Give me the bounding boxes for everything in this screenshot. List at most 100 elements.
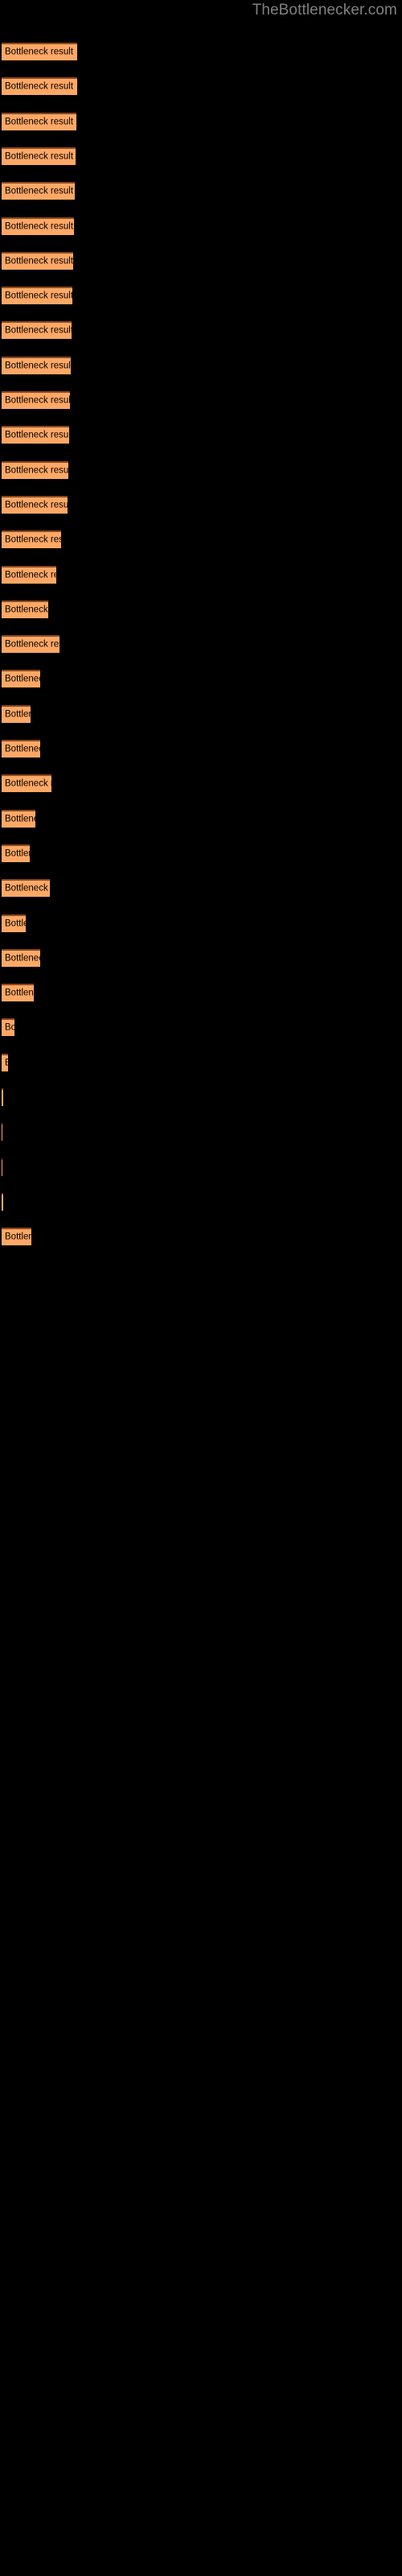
bar-row: Bottleneck result xyxy=(0,704,402,723)
bar-label: Bottleneck result xyxy=(5,988,34,998)
bar[interactable]: Bottleneck result xyxy=(2,704,31,723)
bar-label: Bottleneck result xyxy=(5,1232,31,1242)
bar-label: Bottleneck result xyxy=(5,1058,8,1068)
bar-row: Bottleneck result xyxy=(0,321,402,340)
bar-label: Bottleneck result xyxy=(5,535,61,545)
bar-row: Bottleneck result xyxy=(0,356,402,374)
bar[interactable]: Bottleneck result xyxy=(2,77,77,96)
bar-row: Bottleneck result xyxy=(0,879,402,898)
bar-row: Bottleneck result xyxy=(0,43,402,60)
bar[interactable]: Bottleneck result xyxy=(2,565,56,584)
bar-row: Bottleneck result xyxy=(0,495,402,514)
bar-row: Bottleneck result xyxy=(0,112,402,130)
bar-row: Bottleneck result xyxy=(0,251,402,270)
bar-label: Bottleneck result xyxy=(5,570,56,580)
bar[interactable]: Bottleneck result xyxy=(2,914,26,932)
bar-label: Bottleneck result xyxy=(5,953,40,964)
bar-label: Bottleneck result xyxy=(5,1022,14,1033)
bar-row: Bottleneck result xyxy=(0,1018,402,1037)
bar-row: Bottleneck result xyxy=(0,391,402,409)
bar[interactable]: Bottleneck result xyxy=(2,391,70,409)
bar-row: Bottleneck result xyxy=(0,984,402,1002)
bar-label: Bottleneck result xyxy=(5,500,68,510)
bar-row: Bottleneck result xyxy=(0,1158,402,1176)
bar[interactable]: Bottleneck result xyxy=(2,1088,3,1106)
bar-label: Bottleneck result xyxy=(5,883,50,894)
bar[interactable]: Bottleneck result xyxy=(2,740,40,758)
bar-label: Bottleneck result xyxy=(5,325,72,336)
bar[interactable]: Bottleneck result xyxy=(2,809,35,828)
bar-row: Bottleneck result xyxy=(0,948,402,967)
bar-label: Bottleneck result xyxy=(5,186,74,196)
bar-row: Bottleneck result xyxy=(0,565,402,584)
bar-row: Bottleneck result xyxy=(0,844,402,862)
bar-label: Bottleneck result xyxy=(5,674,40,684)
bar[interactable]: Bottleneck result xyxy=(2,879,50,898)
bar[interactable]: Bottleneck result xyxy=(2,948,40,967)
bar-label: Bottleneck result xyxy=(5,117,74,127)
bar-label: Bottleneck result xyxy=(5,639,59,650)
bar-row: Bottleneck result xyxy=(0,774,402,793)
bar-row: Bottleneck result xyxy=(0,635,402,654)
bar[interactable]: Bottleneck result xyxy=(2,321,72,340)
bar-label: Bottleneck result xyxy=(5,744,40,754)
bar-row: Bottleneck result xyxy=(0,809,402,828)
bar-label: Bottleneck result xyxy=(5,465,68,476)
bar-row: Bottleneck result xyxy=(0,217,402,235)
bar[interactable]: Bottleneck result xyxy=(2,774,51,793)
bar[interactable]: Bottleneck result xyxy=(2,43,77,60)
bar-label: Bottleneck result xyxy=(5,151,74,162)
bar-label: Bottleneck result xyxy=(5,605,48,615)
bar[interactable]: Bottleneck result xyxy=(2,635,59,654)
bar[interactable]: Bottleneck result xyxy=(2,495,68,514)
bar-label: Bottleneck result xyxy=(5,709,31,720)
bar-row: Bottleneck result xyxy=(0,426,402,444)
bar[interactable]: Bottleneck result xyxy=(2,1192,3,1211)
bar[interactable]: Bottleneck result xyxy=(2,1228,31,1246)
bar[interactable]: Bottleneck result xyxy=(2,112,76,130)
bar[interactable]: Bottleneck result xyxy=(2,984,34,1002)
bar-label: Bottleneck result xyxy=(5,221,74,231)
bar-row: Bottleneck result xyxy=(0,914,402,932)
bar[interactable]: Bottleneck result xyxy=(2,844,30,862)
bar-label: Bottleneck result xyxy=(5,81,74,92)
bar-row: Bottleneck result xyxy=(0,182,402,200)
bar-row: Bottleneck result xyxy=(0,1088,402,1106)
bar-row: Bottleneck result xyxy=(0,1228,402,1246)
bar-row: Bottleneck result xyxy=(0,1192,402,1211)
bar-label: Bottleneck result xyxy=(5,361,71,371)
bar-label: Bottleneck result xyxy=(5,395,70,406)
bar-label: Bottleneck result xyxy=(5,291,72,301)
bottleneck-bar-chart: Bottleneck result Bottleneck result Bottle… xyxy=(0,0,402,2576)
bar[interactable]: Bottleneck result xyxy=(2,251,73,270)
bar-row: Bottleneck result xyxy=(0,1053,402,1071)
bar[interactable]: Bottleneck result xyxy=(2,287,72,305)
bar-label: Bottleneck result xyxy=(5,430,69,440)
bar[interactable]: Bottleneck result xyxy=(2,182,75,200)
bar[interactable]: Bottleneck result xyxy=(2,1018,14,1037)
bar-row: Bottleneck result xyxy=(0,77,402,96)
bar-label: Bottleneck result xyxy=(5,814,35,824)
bar[interactable]: Bottleneck result xyxy=(2,600,48,618)
bar-row: Bottleneck result xyxy=(0,1123,402,1141)
bar-row: Bottleneck result xyxy=(0,600,402,618)
bar-row: Bottleneck result xyxy=(0,147,402,165)
bar[interactable]: Bottleneck result xyxy=(2,426,69,444)
bar[interactable]: Bottleneck result xyxy=(2,356,71,374)
bar-row: Bottleneck result xyxy=(0,740,402,758)
bar-row: Bottleneck result xyxy=(0,530,402,549)
bar-row: Bottleneck result xyxy=(0,670,402,688)
bar-label: Bottleneck result xyxy=(5,47,74,57)
bar[interactable]: Bottleneck result xyxy=(2,147,76,165)
bar[interactable]: Bottleneck result xyxy=(2,217,74,235)
bar-row: Bottleneck result xyxy=(0,460,402,479)
bar[interactable]: Bottleneck result xyxy=(2,670,40,688)
bar-label: Bottleneck result xyxy=(5,848,30,859)
bar-label: Bottleneck result xyxy=(5,919,26,928)
bar-row: Bottleneck result xyxy=(0,287,402,305)
bar[interactable]: Bottleneck result xyxy=(2,530,61,549)
bar[interactable]: Bottleneck result xyxy=(2,460,68,479)
bar[interactable]: Bottleneck result xyxy=(2,1053,8,1071)
bar-label: Bottleneck result xyxy=(5,256,73,266)
bar-label: Bottleneck result xyxy=(5,778,51,789)
